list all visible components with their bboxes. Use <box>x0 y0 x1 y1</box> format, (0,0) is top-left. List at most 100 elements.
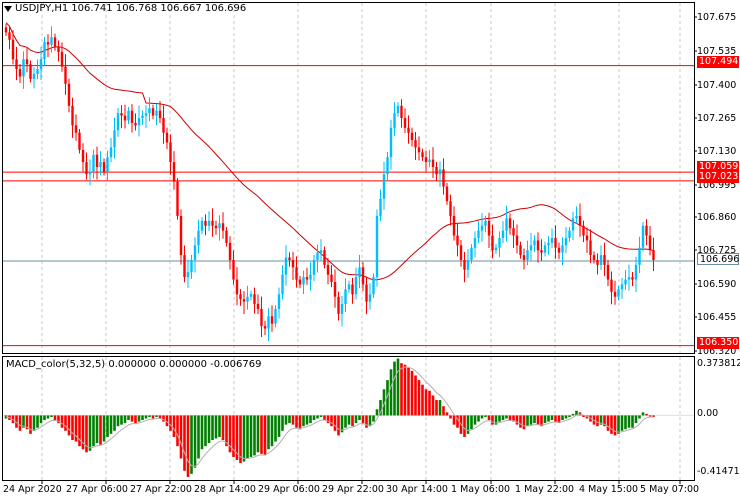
candle-body <box>564 237 568 246</box>
time-axis-label: 24 Apr 2020 <box>3 484 62 495</box>
macd-bar <box>403 364 407 416</box>
macd-bar <box>522 415 526 430</box>
candle-body <box>522 255 526 260</box>
candle-body <box>78 132 81 150</box>
macd-bar <box>351 415 354 427</box>
macd-bar <box>134 415 137 424</box>
macd-bar <box>407 367 410 416</box>
candle-body <box>274 308 277 324</box>
candle-body <box>505 218 508 231</box>
candle-body <box>456 235 459 246</box>
macd-bar <box>323 415 326 421</box>
candle-body <box>361 267 365 285</box>
price-axis-label: 106.455 <box>697 312 737 323</box>
price-chart[interactable] <box>0 0 740 500</box>
macd-bar <box>410 370 414 416</box>
macd-bar <box>365 415 368 428</box>
chart-window[interactable] <box>0 0 740 500</box>
macd-axis-label: 0.373812 <box>697 358 740 369</box>
candle-body <box>561 245 564 253</box>
macd-bar <box>312 415 316 421</box>
macd-bar <box>183 415 186 471</box>
time-axis-label: 5 May 07:00 <box>640 484 700 495</box>
candle-body <box>64 66 67 84</box>
candle-body <box>267 316 270 329</box>
candle-body <box>228 242 232 260</box>
candle-body <box>183 255 186 278</box>
time-axis-label: 4 May 15:00 <box>579 484 639 495</box>
macd-bar <box>533 415 536 424</box>
candle-body <box>613 291 617 297</box>
time-axis-label: 28 Apr 14:00 <box>194 484 256 495</box>
macd-bar <box>295 415 298 428</box>
candle-body <box>484 220 487 226</box>
macd-bar <box>53 415 57 421</box>
candle-body <box>218 223 221 229</box>
macd-bar <box>67 415 71 436</box>
candle-body <box>158 110 162 119</box>
candle-body <box>501 230 505 238</box>
candle-body <box>452 215 456 236</box>
candle-body <box>130 110 134 123</box>
candle-body <box>95 154 99 167</box>
macd-bar <box>78 415 81 447</box>
macd-bar <box>218 415 221 437</box>
candle-body <box>162 118 165 133</box>
candle-body <box>144 113 148 116</box>
candle-body <box>568 230 571 238</box>
candle-body <box>344 289 347 305</box>
macd-bar <box>519 415 522 428</box>
macd-bar <box>64 415 67 431</box>
macd-bar <box>501 415 505 421</box>
ohlc-values: 106.741 106.768 106.667 106.696 <box>71 3 247 14</box>
macd-bar <box>414 375 417 416</box>
macd-bar <box>624 415 627 430</box>
macd-bar <box>176 415 179 447</box>
macd-bar <box>470 415 473 430</box>
macd-bar <box>641 412 645 416</box>
macd-bar <box>372 415 375 422</box>
candle-body <box>610 279 613 292</box>
candle-body <box>389 127 393 158</box>
macd-bar <box>221 415 225 441</box>
macd-bar <box>606 415 610 431</box>
candle-body <box>396 105 400 114</box>
macd-bar <box>438 400 442 416</box>
dropdown-triangle-icon[interactable] <box>4 5 12 12</box>
candle-body <box>596 259 599 265</box>
candle-body <box>333 282 337 297</box>
candle-body <box>15 59 18 70</box>
macd-bar <box>613 415 617 436</box>
candle-body <box>470 247 473 260</box>
macd-bar <box>337 415 340 436</box>
candle-body <box>372 277 375 295</box>
price-axis-label: 106.860 <box>697 212 737 223</box>
macd-bar <box>99 415 102 445</box>
candle-body <box>242 299 246 302</box>
macd-bar <box>564 415 568 419</box>
macd-bar <box>116 415 120 427</box>
macd-bar <box>498 415 501 422</box>
time-axis-label: 30 Apr 14:00 <box>386 484 448 495</box>
macd-bar <box>319 415 323 417</box>
macd-bar <box>508 415 512 421</box>
candle-body <box>74 125 78 133</box>
candle-body <box>39 59 43 70</box>
candle-body <box>487 220 491 236</box>
candle-body <box>410 132 414 141</box>
candle-body <box>606 264 610 280</box>
macd-bar <box>18 415 22 431</box>
candle-body <box>554 237 557 248</box>
candle-body <box>312 259 316 275</box>
candle-body <box>529 245 533 251</box>
candle-body <box>365 284 368 302</box>
candle-body <box>281 274 284 295</box>
candle-body <box>207 220 211 226</box>
candle-body <box>438 169 442 175</box>
macd-bar <box>225 415 228 447</box>
candle-body <box>319 250 323 253</box>
candle-body <box>179 215 183 256</box>
macd-bar <box>424 389 428 416</box>
candle-body <box>620 284 624 290</box>
candle-body <box>137 118 141 126</box>
